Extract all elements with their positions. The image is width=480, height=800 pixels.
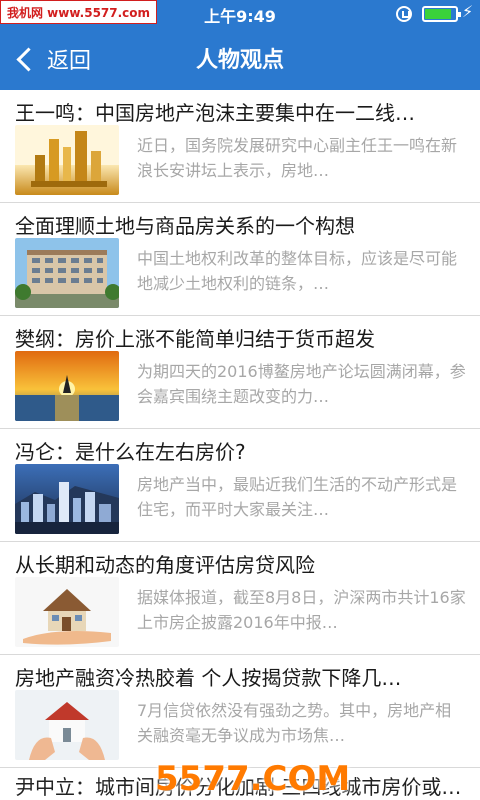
article-list: 王一鸣：中国房地产泡沫主要集中在一二线… 近日，国务院发展研究中心副主任王一鸣在… xyxy=(0,90,480,768)
list-item[interactable]: 全面理顺土地与商品房关系的一个构想 中国土地权利改革的整体目标，应该是尽可能地减… xyxy=(0,203,480,316)
article-summary: 房地产当中，最贴近我们生活的不动产形式是住宅，而平时大家最关注… xyxy=(137,475,458,519)
article-thumbnail xyxy=(15,577,119,647)
article-title: 冯仑：是什么在左右房价? xyxy=(15,440,246,464)
list-item[interactable]: 冯仑：是什么在左右房价? 房地产当中，最贴近我们生活的不动产形式是住宅，而平时大… xyxy=(0,429,480,542)
article-title: 王一鸣：中国房地产泡沫主要集中在一二线… xyxy=(15,101,415,125)
article-summary: 近日，国务院发展研究中心副主任王一鸣在新浪长安讲坛上表示，房地… xyxy=(137,136,458,180)
status-bar: 我机网 www.5577.com 上午9:49 ⚡ xyxy=(0,0,480,28)
article-thumbnail xyxy=(15,125,119,195)
article-title: 从长期和动态的角度评估房贷风险 xyxy=(15,553,315,577)
nav-bar: 返回 人物观点 xyxy=(0,28,480,90)
article-summary: 为期四天的2016博鳌房地产论坛圆满闭幕，参会嘉宾围绕主题改变的力… xyxy=(137,362,466,406)
article-title: 樊纲：房价上涨不能简单归结于货币超发 xyxy=(15,327,375,351)
article-thumbnail xyxy=(15,351,119,421)
battery-icon xyxy=(422,6,461,22)
article-thumbnail xyxy=(15,464,119,534)
article-summary: 据媒体报道，截至8月8日，沪深两市共计16家上市房企披露2016年中报… xyxy=(137,588,466,632)
article-summary: 7月信贷依然没有强劲之势。其中，房地产相关融资毫无争议成为市场焦… xyxy=(137,701,452,745)
article-title: 全面理顺土地与商品房关系的一个构想 xyxy=(15,214,355,238)
watermark-bottom: 5577.COM xyxy=(155,759,351,799)
page-title: 人物观点 xyxy=(195,48,284,73)
charging-bolt-icon: ⚡ xyxy=(462,2,474,21)
rotation-lock-icon xyxy=(396,6,412,22)
article-summary: 中国土地权利改革的整体目标，应该是尽可能地减少土地权利的链条，… xyxy=(137,249,458,293)
list-item[interactable]: 樊纲：房价上涨不能简单归结于货币超发 为期四天的2016博鳌房地产论坛圆满闭幕，… xyxy=(0,316,480,429)
article-thumbnail xyxy=(15,690,119,760)
list-item[interactable]: 王一鸣：中国房地产泡沫主要集中在一二线… 近日，国务院发展研究中心副主任王一鸣在… xyxy=(0,90,480,203)
list-item[interactable]: 房地产融资冷热胶着 个人按揭贷款下降几… 7月信贷依然没有强劲之势。其中，房地产… xyxy=(0,655,480,768)
list-item[interactable]: 从长期和动态的角度评估房贷风险 据媒体报道，截至8月8日，沪深两市共计16家上市… xyxy=(0,542,480,655)
article-thumbnail xyxy=(15,238,119,308)
article-title: 房地产融资冷热胶着 个人按揭贷款下降几… xyxy=(15,666,402,690)
